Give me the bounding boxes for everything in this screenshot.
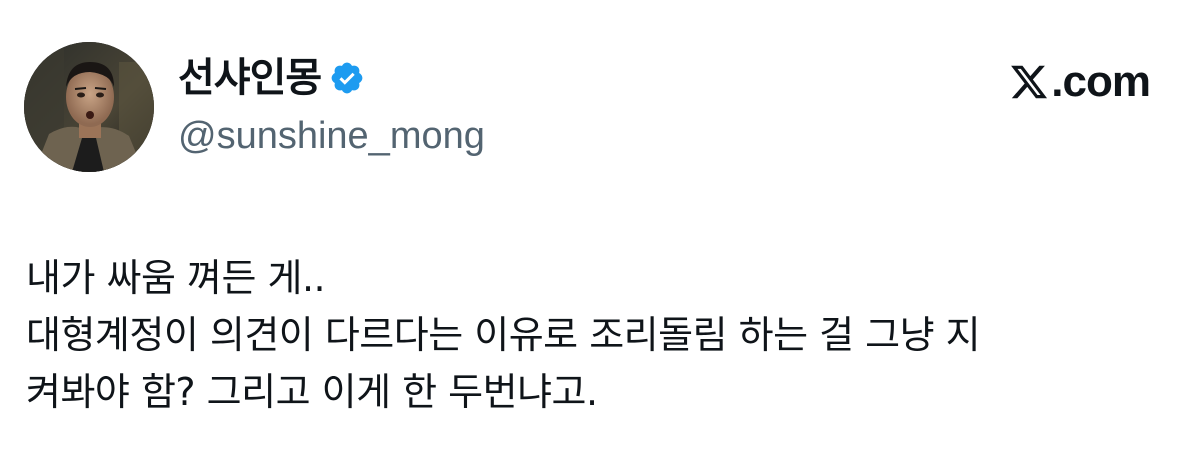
profile-photo bbox=[24, 42, 154, 172]
display-name[interactable]: 선샤인몽 bbox=[178, 52, 322, 104]
verified-badge-icon bbox=[329, 60, 365, 96]
tweet-text: 내가 싸움 껴든 게.. 대형계정이 의견이 다르다는 이유로 조리돌림 하는 … bbox=[26, 250, 1186, 421]
tweet-card: 선샤인몽 @sunshine_mong .com 내가 싸움 껴든 게.. 대형… bbox=[0, 0, 1200, 463]
tweet-line: 대형계정이 의견이 다르다는 이유로 조리돌림 하는 걸 그냥 지 bbox=[26, 313, 981, 357]
tweet-line: 내가 싸움 껴든 게.. bbox=[26, 256, 326, 300]
brand-domain: .com bbox=[1051, 57, 1151, 106]
tweet-line: 켜봐야 함? 그리고 이게 한 두번냐고. bbox=[26, 370, 598, 414]
avatar[interactable] bbox=[24, 42, 154, 172]
user-handle[interactable]: @sunshine_mong bbox=[178, 110, 485, 162]
x-logo-icon bbox=[1009, 62, 1049, 102]
name-row: 선샤인몽 bbox=[178, 52, 485, 104]
brand-logo: .com bbox=[1009, 52, 1151, 112]
tweet-header: 선샤인몽 @sunshine_mong bbox=[178, 52, 485, 162]
